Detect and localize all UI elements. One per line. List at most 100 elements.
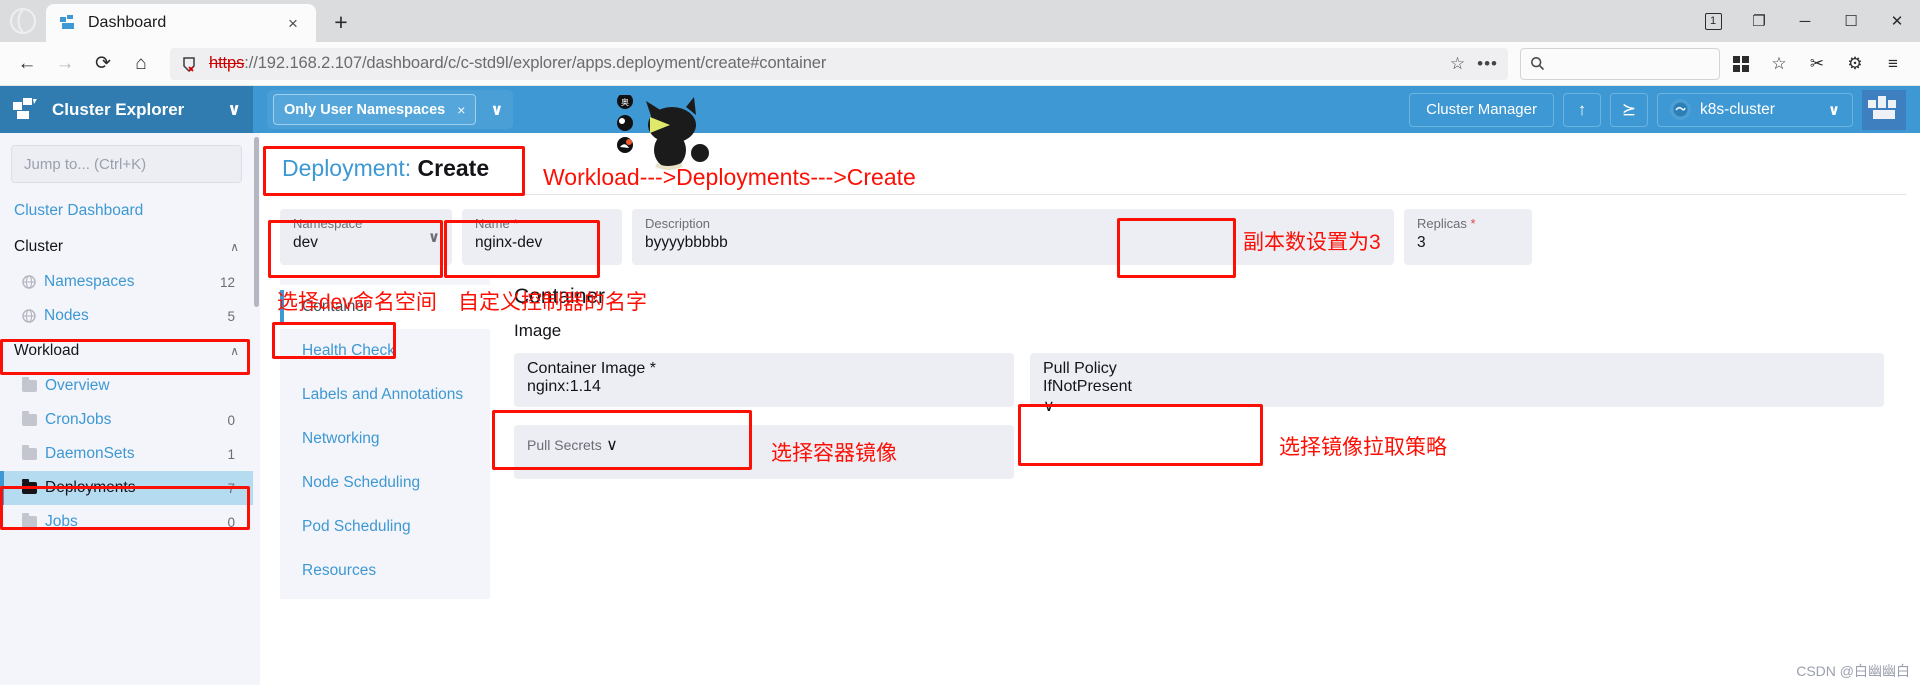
sidebar-jump-placeholder: Jump to... (Ctrl+K) [24, 155, 147, 173]
panel-subheading: Image [514, 321, 562, 340]
kubectl-shell-icon[interactable]: ⪰ [1610, 92, 1648, 127]
reload-icon[interactable]: ⟳ [86, 47, 120, 81]
tab-resources[interactable]: Resources [280, 549, 490, 593]
annotation-replicas: 副本数设置为3 [1243, 231, 1381, 254]
panel-heading: Container [514, 285, 606, 308]
sidebar-group-workload[interactable]: Workload ∧ [0, 333, 253, 369]
replicas-field[interactable]: Replicas * 3 [1404, 209, 1532, 265]
namespace-filter-pill[interactable]: Only User Namespaces × [273, 94, 477, 125]
tab-labels-and-annotations[interactable]: Labels and Annotations [280, 373, 490, 417]
chevron-down-icon[interactable]: ∨ [606, 437, 618, 454]
window-close-icon[interactable]: ✕ [1874, 0, 1920, 42]
container-image-field[interactable]: Container Image * nginx:1.14 [514, 353, 1014, 407]
tab-node-scheduling[interactable]: Node Scheduling [280, 461, 490, 505]
cluster-manager-button[interactable]: Cluster Manager [1409, 92, 1554, 127]
address-bar-actions: ☆ ••• [1450, 54, 1498, 74]
forward-icon[interactable]: → [48, 47, 82, 81]
page-title: Deployment: Create [278, 149, 1920, 194]
chevron-down-icon[interactable]: ∨ [486, 100, 507, 120]
address-bar[interactable]: https://192.168.2.107/dashboard/c/c-std9… [170, 47, 1508, 80]
back-icon[interactable]: ← [10, 47, 44, 81]
sidebar-jump-input[interactable]: Jump to... (Ctrl+K) [11, 145, 242, 183]
chevron-down-icon[interactable]: ∨ [428, 228, 440, 246]
sidebar-item-deployments[interactable]: Deployments 7 [0, 471, 253, 505]
browser-tab[interactable]: Dashboard × [46, 4, 316, 42]
sidebar-item-overview-label: Overview [45, 377, 110, 394]
globe-icon [22, 309, 36, 323]
gear-icon[interactable]: ⚙ [1838, 47, 1872, 81]
rancher-app: Cluster Explorer ∨ Jump to... (Ctrl+K) C… [0, 86, 1920, 685]
sidebar-item-namespaces[interactable]: Namespaces 12 [0, 265, 253, 299]
sidebar-item-cronjobs-label: CronJobs [45, 411, 112, 428]
namespace-filter-label: Only User Namespaces [284, 101, 446, 118]
sidebar-item-daemonsets[interactable]: DaemonSets 1 [0, 437, 253, 471]
pull-policy-field[interactable]: Pull Policy IfNotPresent ∨ [1030, 353, 1884, 415]
sidebar-item-overview[interactable]: Overview [0, 369, 253, 403]
globe-icon [22, 275, 36, 289]
browser-brand-icon [0, 0, 46, 42]
minimize-icon[interactable]: ─ [1782, 0, 1828, 42]
name-field-value: nginx-dev [475, 234, 543, 251]
window-controls: 1 ❐ ─ ☐ ✕ [1690, 0, 1920, 42]
chevron-down-icon[interactable]: ∨ [1043, 396, 1871, 416]
pull-secrets-field[interactable]: Pull Secrets ∨ [514, 425, 1014, 479]
search-input[interactable] [1520, 47, 1720, 80]
collections-icon[interactable] [1724, 47, 1758, 81]
sidebar-item-nodes[interactable]: Nodes 5 [0, 299, 253, 333]
sidebar-item-namespaces-count: 12 [219, 274, 235, 290]
tab-pod-scheduling[interactable]: Pod Scheduling [280, 505, 490, 549]
sidebar-group-cluster-label: Cluster [14, 238, 64, 255]
import-yaml-icon[interactable]: ↑ [1563, 92, 1601, 127]
sidebar-item-cluster-dashboard[interactable]: Cluster Dashboard [0, 193, 253, 229]
top-bar: Only User Namespaces × ∨ Cluster Manager… [253, 86, 1920, 133]
cluster-name: k8s-cluster [1700, 100, 1775, 118]
home-icon[interactable]: ⌂ [124, 47, 158, 81]
vertical-tabs: Container Health Check Labels and Annota… [280, 279, 490, 599]
pull-secrets-label: Pull Secrets [527, 437, 602, 453]
name-field-label: Name * [475, 216, 519, 231]
name-field[interactable]: Name * nginx-dev [462, 209, 622, 265]
annotation-image: 选择容器镜像 [771, 442, 897, 465]
bookmark-star-icon[interactable]: ☆ [1450, 54, 1465, 74]
url-scheme: https [209, 54, 245, 72]
tab-health-check[interactable]: Health Check [280, 329, 490, 373]
more-options-icon[interactable]: ••• [1477, 54, 1498, 74]
cut-icon[interactable]: ✂ [1800, 47, 1834, 81]
menu-icon[interactable]: ≡ [1876, 47, 1910, 81]
favorites-icon[interactable]: ☆ [1762, 47, 1796, 81]
close-icon[interactable]: × [457, 102, 465, 118]
annotation-namespace: 选择dev命名空间 [277, 291, 437, 314]
sidebar-item-jobs-label: Jobs [45, 513, 78, 530]
sidebar-item-cronjobs[interactable]: CronJobs 0 [0, 403, 253, 437]
container-image-label: Container Image * [527, 360, 656, 377]
replicas-field-value: 3 [1417, 234, 1426, 251]
sidebar-item-deployments-label: Deployments [45, 479, 136, 496]
sidebar-item-cronjobs-count: 0 [227, 412, 235, 428]
sidebar-item-jobs[interactable]: Jobs 0 [0, 505, 253, 539]
close-icon[interactable]: × [282, 12, 304, 34]
top-bar-actions: Cluster Manager ↑ ⪰ k8s-cluster ∨ [1409, 89, 1906, 130]
sidebar-group-workload-label: Workload [14, 342, 80, 359]
split-screen-icon[interactable]: ❐ [1736, 0, 1782, 42]
image-row: Container Image * nginx:1.14 Pull Policy… [514, 353, 1902, 415]
chevron-up-icon: ∧ [230, 344, 239, 358]
new-tab-button[interactable]: + [324, 5, 358, 39]
namespace-filter[interactable]: Only User Namespaces × ∨ [267, 90, 514, 129]
namespace-field[interactable]: Namespace dev ∨ [280, 209, 452, 265]
chevron-down-icon[interactable]: ∨ [227, 100, 241, 120]
tab-count-icon[interactable]: 1 [1690, 0, 1736, 42]
watermark: CSDN @白幽幽白 [1796, 663, 1910, 679]
annotation-breadcrumb: Workload--->Deployments--->Create [543, 164, 916, 190]
sidebar-item-nodes-label: Nodes [44, 307, 89, 324]
maximize-icon[interactable]: ☐ [1828, 0, 1874, 42]
folder-icon [22, 411, 37, 426]
browser-tab-title: Dashboard [88, 14, 167, 31]
sidebar-group-cluster[interactable]: Cluster ∧ [0, 229, 253, 265]
cluster-selector[interactable]: k8s-cluster ∨ [1657, 92, 1853, 127]
sidebar-title: Cluster Explorer [52, 99, 185, 119]
scrollbar[interactable] [253, 133, 260, 685]
rancher-logo-icon [1862, 89, 1906, 130]
insecure-shield-icon[interactable] [180, 54, 200, 74]
folder-icon [22, 377, 37, 392]
tab-networking[interactable]: Networking [280, 417, 490, 461]
